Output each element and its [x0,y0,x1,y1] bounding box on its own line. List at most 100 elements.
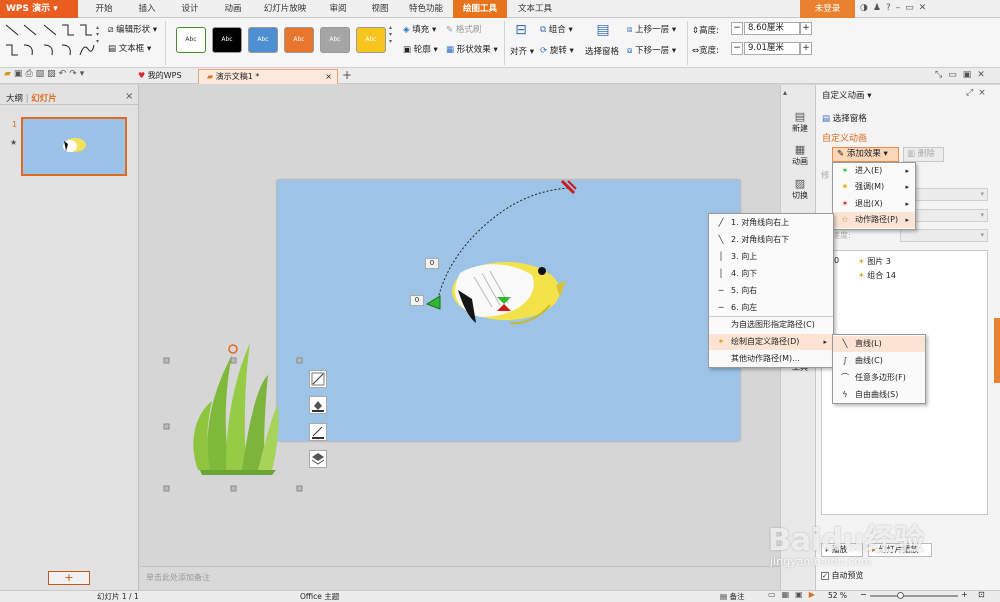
pane-undock-icon[interactable]: ⤢ [966,88,978,98]
height-input[interactable]: 8.60厘米 [744,22,800,35]
tab-slides[interactable]: 幻灯片 [31,94,57,104]
menu-item-diagonal-down[interactable]: ╲ 2. 对角线向右下 [709,232,833,248]
vtab-new[interactable]: ▤ 新建 [788,110,812,134]
selection-pane-button[interactable]: 选择窗格 [585,45,619,57]
preview-icon[interactable]: ▨ [47,69,59,79]
freeform-icon[interactable] [79,44,95,56]
shape-effect-button[interactable]: ▦ 形状效果 ▾ [446,43,498,55]
delete-button[interactable]: ▥ 删除 [903,147,944,162]
menu-item-entrance[interactable]: ✶ 进入(E) ▸ [833,163,915,179]
menu-item-polygon[interactable]: ⌒ 任意多边形(F) [833,370,925,386]
close-icon[interactable]: ✕ [919,3,932,13]
bring-forward-button[interactable]: ⧈ 上移一层 ▾ [627,23,676,35]
tab-slideshow[interactable]: 幻灯片放映 [257,0,313,18]
menu-item-freeform[interactable]: ϟ 自由曲线(S) [833,387,925,403]
tab-home[interactable]: 开始 [86,0,122,18]
zoom-out-button[interactable]: − [860,590,867,599]
shirt-icon[interactable]: ♟ [873,3,886,13]
fill-button[interactable]: ◈ 填充 ▾ [403,23,436,35]
menu-item-up[interactable]: │ 3. 向上 [709,249,833,265]
add-slide-button[interactable]: + [48,571,90,585]
reading-view-icon[interactable]: ▣ [795,590,809,599]
tab-features[interactable]: 特色功能 [403,0,449,18]
path-start-icon[interactable] [425,295,441,310]
menu-item-left[interactable]: ─ 6. 向左 [709,300,833,316]
curve-double-icon[interactable] [61,44,71,56]
animation-order-label[interactable]: 0 [410,295,424,306]
menu-item-right[interactable]: ─ 5. 向右 [709,283,833,299]
tab-my-wps[interactable]: ♥ 我的WPS [130,69,196,84]
minimize-icon[interactable]: – [896,3,906,13]
normal-view-icon[interactable]: ▭ [768,590,782,599]
path-end-icon[interactable] [560,179,577,195]
arrow-shape-icon[interactable] [23,24,37,36]
save-icon[interactable]: ▣ [14,69,26,79]
height-decrease-button[interactable]: − [731,22,743,35]
style-white[interactable]: Abc [176,27,206,53]
fit-window-icon[interactable]: ⊡ [978,590,985,599]
fill-bucket-icon[interactable] [309,396,327,414]
export-pdf-icon[interactable]: ▧ [36,69,48,79]
align-button[interactable]: 对齐 ▾ [510,45,534,57]
restore-doc-icon[interactable]: ⤡ [935,70,948,80]
zoom-slider-thumb[interactable] [897,592,904,599]
close-doc-icon[interactable]: ✕ [977,70,991,80]
double-arrow-shape-icon[interactable] [43,24,57,36]
menu-item-motion-path[interactable]: ☆ 动作路径(P) ▸ [833,212,915,228]
new-tab-button[interactable]: + [342,68,352,82]
layers-icon[interactable] [309,450,327,468]
rotate-button[interactable]: ⟳ 旋转 ▾ [540,44,574,56]
app-menu-button[interactable]: WPS 演示 ▾ [0,0,78,18]
line-shape-icon[interactable] [5,24,19,36]
rotate-handle-icon[interactable] [228,344,238,354]
print-icon[interactable]: ⎙ [25,69,35,79]
tab-outline[interactable]: 大纲 [6,94,23,104]
restore-icon[interactable]: ▭ [905,3,919,13]
pane-close-icon[interactable]: × [978,88,991,98]
style-black[interactable]: Abc [212,27,242,53]
menu-item-draw-custom-path[interactable]: ✶ 绘制自定义路径(D) ▸ [709,334,833,350]
tab-review[interactable]: 审阅 [320,0,356,18]
skin-icon[interactable]: ◑ [860,3,873,13]
tab-view[interactable]: 视图 [362,0,398,18]
tab-document[interactable]: ▰ 演示文稿1 * × [198,69,338,84]
elbow-connector-icon[interactable] [62,24,74,36]
open-icon[interactable]: ▰ [4,69,14,79]
auto-preview-checkbox[interactable]: ✓ 自动预览 [821,570,864,581]
tab-animation[interactable]: 动画 [215,0,251,18]
login-button[interactable]: 未登录 [800,0,855,18]
vtab-transition[interactable]: ▨ 切换 [788,177,812,201]
selection-pane-link[interactable]: ▤ 选择窗格 [822,112,867,124]
width-decrease-button[interactable]: − [731,42,743,55]
zoom-in-button[interactable]: + [961,590,968,599]
shape-gallery[interactable] [4,23,96,63]
style-scroll[interactable]: ▴ ▾ ▾ [389,24,395,60]
curve-connector-icon[interactable] [23,44,33,56]
help-icon[interactable]: ? [886,3,896,13]
sorter-view-icon[interactable]: ▦ [782,590,796,599]
tab-design[interactable]: 设计 [172,0,208,18]
animation-order-label[interactable]: 0 [425,258,439,269]
tile-icon[interactable]: ▭ [948,70,963,80]
list-item[interactable]: ✶ 图片 3 [858,256,891,267]
send-backward-button[interactable]: ⧇ 下移一层 ▾ [627,44,676,56]
undo-icon[interactable]: ↶ [59,69,70,79]
selection-pane-icon[interactable]: ▤ [593,22,613,42]
add-effect-button[interactable]: ✎ 添加效果 ▾ [832,147,899,162]
width-increase-button[interactable]: + [800,42,812,55]
tab-drawing-tools[interactable]: 绘图工具 [453,0,507,18]
toolbar-more-icon[interactable]: ▾ [80,69,88,79]
panel-close-icon[interactable]: × [125,91,133,102]
tab-text-tools[interactable]: 文本工具 [510,0,560,18]
menu-item-more-paths[interactable]: 其他动作路径(M)... [709,351,833,367]
pane-header[interactable]: 自定义动画 ▾ [822,89,871,101]
textbox-button[interactable]: ▤ 文本框 ▾ [108,42,151,54]
menu-item-curve[interactable]: ∫ 曲线(C) [833,353,925,369]
tab-insert[interactable]: 插入 [129,0,165,18]
curve-arrow-icon[interactable] [43,44,53,56]
menu-item-down[interactable]: │ 4. 向下 [709,266,833,282]
group-button[interactable]: ⧉ 组合 ▾ [540,23,573,35]
menu-item-exit[interactable]: ✶ 退出(X) ▸ [833,196,915,212]
notes-pane[interactable]: 单击此处添加备注 [140,566,780,590]
menu-item-emphasis[interactable]: ✷ 强调(M) ▸ [833,179,915,195]
